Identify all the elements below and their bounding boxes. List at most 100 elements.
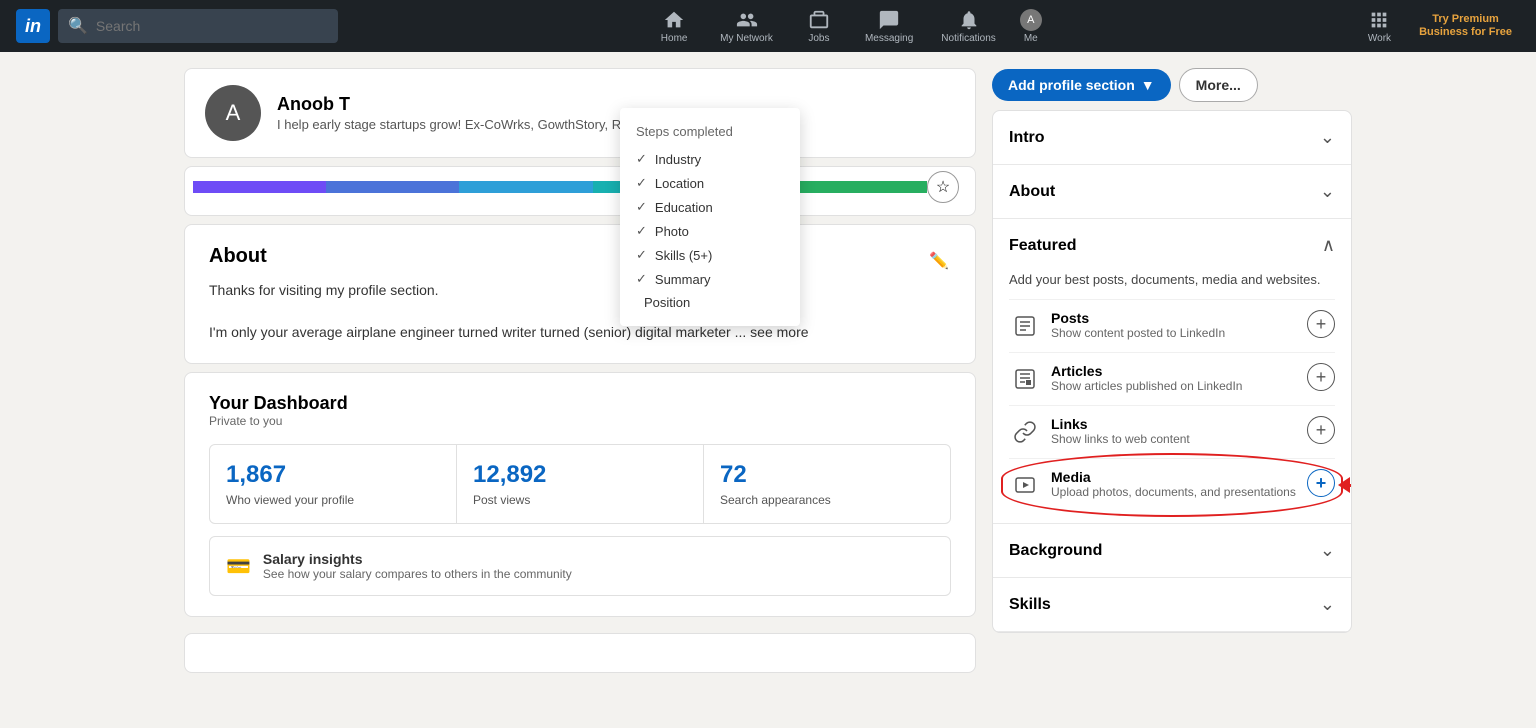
chat-icon [878,9,900,31]
grid-icon [1368,9,1390,31]
steps-item-position: Position [620,291,800,314]
stat-post-views[interactable]: 12,892 Post views [457,445,704,523]
featured-item-links: Links Show links to web content + [1009,405,1335,458]
steps-title: Steps completed [620,120,800,147]
posts-title: Posts [1051,310,1297,326]
posts-subtitle: Show content posted to LinkedIn [1051,326,1297,340]
bottom-card [184,633,976,673]
media-subtitle: Upload photos, documents, and presentati… [1051,485,1297,499]
steps-item-summary: ✓ Summary [620,267,800,291]
more-button[interactable]: More... [1179,68,1258,102]
dashboard-stats: 1,867 Who viewed your profile 12,892 Pos… [209,444,951,524]
navbar: in 🔍 Home My Network Jobs Messaging Noti… [0,0,1536,52]
articles-subtitle: Show articles published on LinkedIn [1051,379,1297,393]
link-icon [1009,416,1041,448]
media-icon [1009,469,1041,501]
nav-item-my-network[interactable]: My Network [708,9,785,44]
nav-item-me[interactable]: A Me [1012,9,1050,44]
stat-num-0: 1,867 [226,461,440,489]
search-input[interactable] [96,18,328,34]
linkedin-logo[interactable]: in [16,9,50,43]
steps-label-5: Summary [655,272,711,287]
progress-seg-6 [794,181,927,193]
nav-item-home[interactable]: Home [644,9,704,44]
nav-item-jobs[interactable]: Jobs [789,9,849,44]
nav-label-notifications: Notifications [941,33,995,44]
sidebar-background-header[interactable]: Background ⌄ [993,524,1351,577]
chevron-down-icon: ⌄ [1320,181,1335,202]
steps-label-3: Photo [655,224,689,239]
stat-num-1: 12,892 [473,461,687,489]
sidebar-intro-title: Intro [1009,129,1045,147]
articles-content: Articles Show articles published on Link… [1051,363,1297,393]
nav-label-home: Home [661,33,688,44]
post-icon [1009,310,1041,342]
checkmark-icon: ✓ [636,175,647,191]
sidebar-about-header[interactable]: About ⌄ [993,165,1351,218]
posts-content: Posts Show content posted to LinkedIn [1051,310,1297,340]
salary-row[interactable]: 💳 Salary insights See how your salary co… [209,536,951,596]
home-icon [663,9,685,31]
stat-profile-views[interactable]: 1,867 Who viewed your profile [210,445,457,523]
stat-search-appearances[interactable]: 72 Search appearances [704,445,950,523]
stat-label-2: Search appearances [720,493,934,507]
add-profile-label: Add profile section [1008,77,1135,93]
sidebar-skills-title: Skills [1009,596,1051,614]
right-panel: Add profile section ▼ More... Intro ⌄ Ab [992,68,1352,673]
steps-label-4: Skills (5+) [655,248,712,263]
sidebar-section-intro: Intro ⌄ [993,111,1351,165]
about-edit-button[interactable]: ✏️ [923,245,955,277]
salary-title: Salary insights [263,551,572,567]
sidebar-featured-header[interactable]: Featured ∧ [993,219,1351,272]
progress-seg-3 [459,181,592,193]
arrow-line [1350,484,1351,487]
steps-label-1: Location [655,176,704,191]
sidebar-skills-header[interactable]: Skills ⌄ [993,578,1351,631]
featured-description: Add your best posts, documents, media an… [1009,272,1335,287]
sidebar-background-title: Background [1009,542,1102,560]
chevron-down-icon: ⌄ [1320,540,1335,561]
stat-label-1: Post views [473,493,687,507]
media-title: Media [1051,469,1297,485]
links-subtitle: Show links to web content [1051,432,1297,446]
me-avatar: A [1020,9,1042,31]
sidebar-scroll[interactable]: Intro ⌄ About ⌄ Featured ∧ [993,111,1351,632]
steps-item-skills: ✓ Skills (5+) [620,243,800,267]
article-icon [1009,363,1041,395]
add-articles-button[interactable]: + [1307,363,1335,391]
nav-item-work[interactable]: Work [1360,9,1399,44]
progress-bar: ✓ [193,181,927,193]
sidebar-section-featured: Featured ∧ Add your best posts, document… [993,219,1351,524]
checkmark-icon: ✓ [636,223,647,239]
media-content: Media Upload photos, documents, and pres… [1051,469,1297,499]
featured-item-articles: Articles Show articles published on Link… [1009,352,1335,405]
star-button[interactable]: ☆ [927,171,959,203]
nav-label-jobs: Jobs [808,33,829,44]
dropdown-arrow-icon: ▼ [1141,77,1155,93]
nav-premium[interactable]: Try Premium Business for Free [1411,13,1520,39]
premium-line1: Try Premium [1432,13,1499,25]
about-line2: I'm only your average airplane engineer … [209,324,809,340]
salary-info: Salary insights See how your salary comp… [263,551,572,581]
steps-item-industry: ✓ Industry [620,147,800,171]
steps-item-photo: ✓ Photo [620,219,800,243]
nav-item-messaging[interactable]: Messaging [853,9,925,44]
add-profile-section-button[interactable]: Add profile section ▼ [992,69,1171,101]
steps-item-education: ✓ Education [620,195,800,219]
sidebar-intro-header[interactable]: Intro ⌄ [993,111,1351,164]
sidebar-section-skills: Skills ⌄ [993,578,1351,632]
work-label: Work [1368,33,1391,44]
sidebar-featured-title: Featured [1009,237,1077,255]
nav-item-notifications[interactable]: Notifications [929,9,1007,44]
links-title: Links [1051,416,1297,432]
add-posts-button[interactable]: + [1307,310,1335,338]
checkmark-icon: ✓ [636,271,647,287]
me-label: Me [1024,33,1038,44]
search-bar[interactable]: 🔍 [58,9,338,43]
media-arrow [1338,477,1351,493]
add-links-button[interactable]: + [1307,416,1335,444]
featured-item-media: Media Upload photos, documents, and pres… [1009,458,1335,511]
sidebar-about-title: About [1009,183,1055,201]
add-media-button[interactable]: + [1307,469,1335,497]
chevron-down-icon: ⌄ [1320,594,1335,615]
